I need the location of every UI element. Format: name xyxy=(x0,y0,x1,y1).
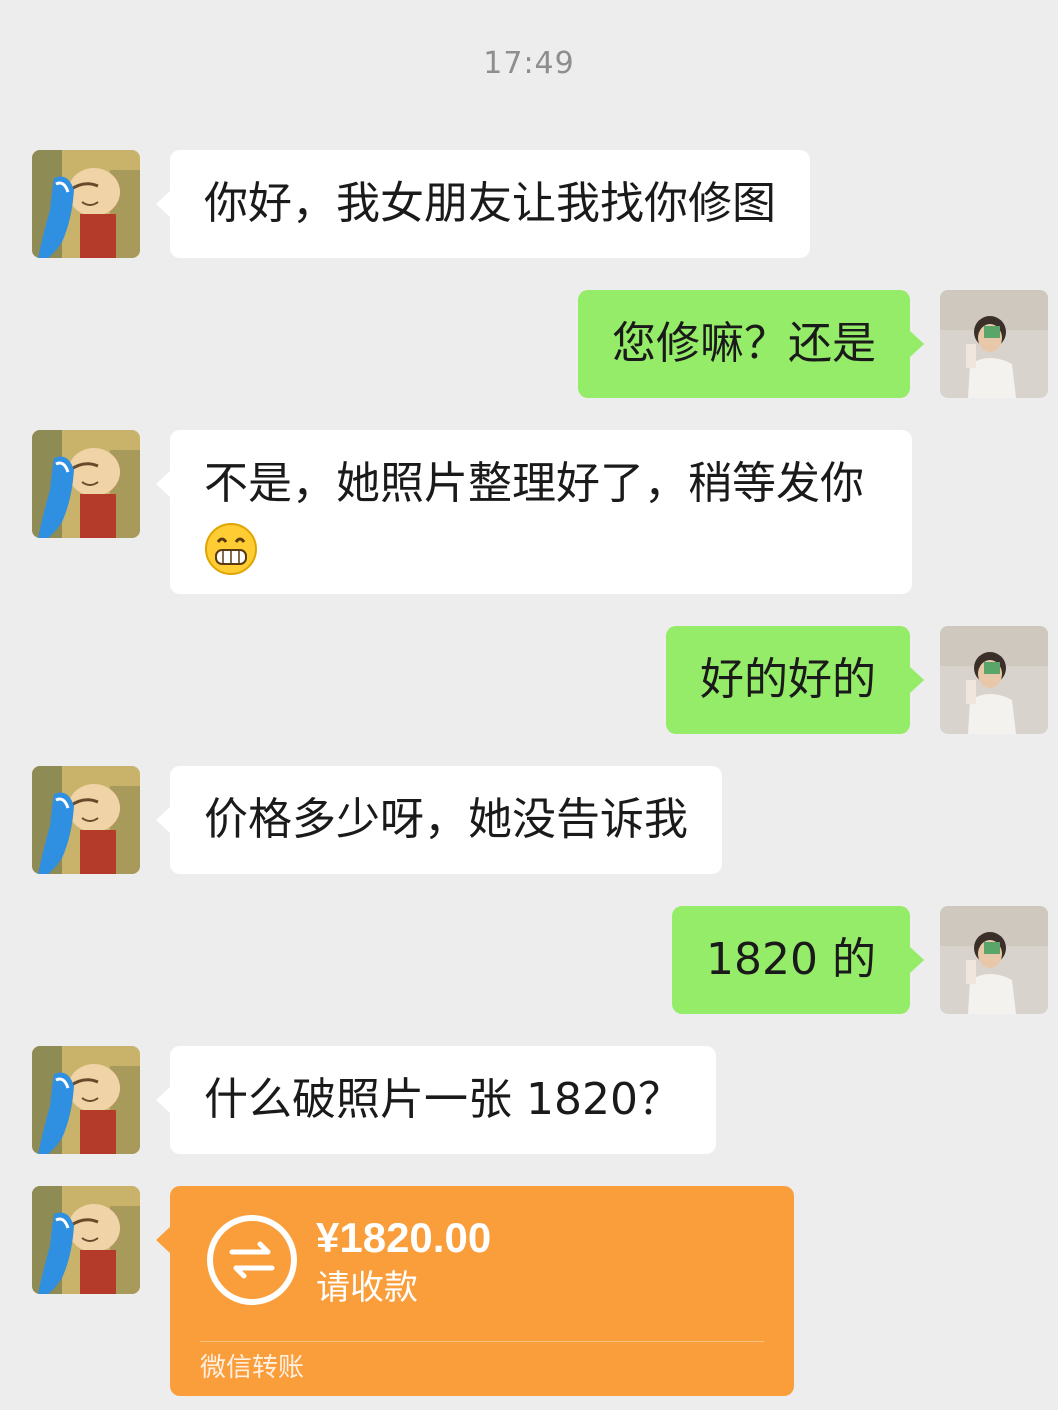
message-row: 好的好的 xyxy=(0,626,1058,734)
user-avatar[interactable] xyxy=(940,290,1048,398)
transfer-status: 请收款 xyxy=(316,1268,418,1308)
incoming-message-bubble[interactable]: 你好，我女朋友让我找你修图 xyxy=(156,150,810,258)
message-row: 不是，她照片整理好了，稍等发你 xyxy=(0,430,1058,594)
user-avatar[interactable] xyxy=(940,626,1048,734)
message-text: 你好，我女朋友让我找你修图 xyxy=(204,178,776,229)
message-row: 什么破照片一张 1820？ xyxy=(0,1046,1058,1154)
transfer-arrows-icon xyxy=(207,1215,297,1305)
message-row: 1820 的 xyxy=(0,906,1058,1014)
transfer-label: 微信转账 xyxy=(200,1353,305,1383)
contact-avatar[interactable] xyxy=(32,766,140,874)
transfer-amount: ¥1820.00 xyxy=(316,1214,492,1261)
chat-screen: 17:49 你好，我女朋友让我找你修图 您修嘛？还是 不是，她照片整理好了，稍等… xyxy=(0,0,1058,1410)
incoming-message-bubble[interactable]: 价格多少呀，她没告诉我 xyxy=(156,766,722,874)
message-text: 不是，她照片整理好了，稍等发你 xyxy=(204,458,864,509)
contact-avatar[interactable] xyxy=(32,430,140,538)
message-text: 价格多少呀，她没告诉我 xyxy=(204,794,688,845)
message-timestamp: 17:49 xyxy=(483,46,575,81)
message-row: 你好，我女朋友让我找你修图 xyxy=(0,150,1058,258)
wechat-transfer-card[interactable]: ¥1820.00 请收款 微信转账 xyxy=(156,1186,794,1396)
message-row: ¥1820.00 请收款 微信转账 xyxy=(0,1186,1058,1396)
incoming-message-bubble[interactable]: 什么破照片一张 1820？ xyxy=(156,1046,716,1154)
contact-avatar[interactable] xyxy=(32,150,140,258)
message-row: 您修嘛？还是 xyxy=(0,290,1058,398)
contact-avatar[interactable] xyxy=(32,1186,140,1294)
contact-avatar[interactable] xyxy=(32,1046,140,1154)
outgoing-message-bubble[interactable]: 您修嘛？还是 xyxy=(578,290,924,398)
message-text: 1820 的 xyxy=(706,934,876,985)
transfer-divider xyxy=(200,1341,764,1342)
incoming-message-bubble[interactable]: 不是，她照片整理好了，稍等发你 xyxy=(156,430,912,594)
grinning-face-emoji-icon xyxy=(205,523,257,575)
outgoing-message-bubble[interactable]: 1820 的 xyxy=(672,906,924,1014)
user-avatar[interactable] xyxy=(940,906,1048,1014)
message-row: 价格多少呀，她没告诉我 xyxy=(0,766,1058,874)
outgoing-message-bubble[interactable]: 好的好的 xyxy=(666,626,924,734)
message-text: 您修嘛？还是 xyxy=(612,318,876,369)
message-text: 什么破照片一张 1820？ xyxy=(204,1074,682,1125)
message-text: 好的好的 xyxy=(700,654,876,705)
